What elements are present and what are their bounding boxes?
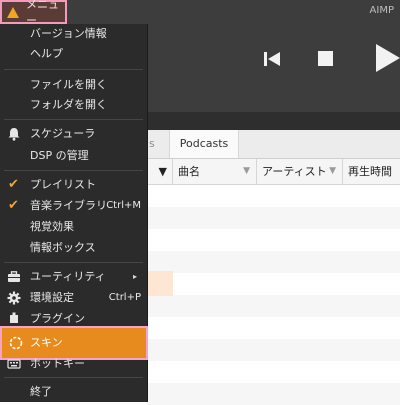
- menu-item-label: ファイルを開く: [30, 78, 107, 91]
- menu-item-visualization[interactable]: 視覚効果: [0, 217, 147, 237]
- table-row[interactable]: [147, 339, 400, 361]
- menu-separator: [4, 377, 143, 378]
- menu-item-settings[interactable]: 環境設定 Ctrl+P: [0, 288, 147, 308]
- bell-icon: [8, 128, 20, 141]
- menu-item-label: 視覚効果: [30, 220, 74, 233]
- menu-item-hotkeys[interactable]: ホットキー: [0, 354, 147, 374]
- filter-icon[interactable]: ▼: [243, 159, 250, 184]
- column-artist[interactable]: アーティスト ▼: [257, 159, 343, 184]
- table-row[interactable]: [147, 317, 400, 339]
- checkmark-icon: ✔: [8, 177, 19, 192]
- toolbox-icon: [8, 271, 20, 282]
- main-menu-dropdown: バージョン情報 ヘルプ ファイルを開く フォルダを開く スケジューラ DSP の…: [0, 24, 148, 402]
- skin-icon: [9, 336, 23, 350]
- table-header: ▼ 曲名 ▼ アーティスト ▼ 再生時間: [147, 159, 400, 185]
- menu-item-playlist[interactable]: ✔ プレイリスト: [0, 175, 147, 195]
- menu-separator: [4, 262, 143, 263]
- column-title-label: 曲名: [178, 165, 200, 178]
- table-row[interactable]: [147, 361, 400, 383]
- menu-item-label: ヘルプ: [30, 47, 63, 60]
- menu-item-open-file[interactable]: ファイルを開く: [0, 75, 147, 95]
- menu-item-label: 終了: [30, 385, 52, 398]
- menu-item-label: バージョン情報: [30, 27, 107, 40]
- table-row[interactable]: [147, 251, 400, 273]
- column-title[interactable]: 曲名 ▼: [173, 159, 257, 184]
- column-duration[interactable]: 再生時間: [343, 159, 400, 184]
- table-row[interactable]: [147, 185, 400, 207]
- menu-item-label: プレイリスト: [30, 178, 96, 191]
- menu-item-label: 環境設定: [30, 291, 74, 304]
- plugin-icon: [10, 312, 18, 323]
- column-dropdown-icon[interactable]: ▼: [147, 159, 173, 184]
- menu-item-label: 情報ボックス: [30, 241, 96, 254]
- menu-item-label: スケジューラ: [30, 127, 96, 140]
- play-icon[interactable]: [376, 44, 400, 72]
- playlist-tabs: s Podcasts: [147, 130, 400, 159]
- menu-separator: [4, 170, 143, 171]
- shortcut-label: Ctrl+M: [106, 200, 141, 211]
- menu-item-scheduler[interactable]: スケジューラ: [0, 124, 147, 144]
- menu-item-plugins[interactable]: プラグイン: [0, 309, 147, 329]
- brand-label: AIMP: [369, 5, 394, 16]
- menu-item-utilities[interactable]: ユーティリティ ▸: [0, 267, 147, 287]
- column-duration-label: 再生時間: [348, 165, 392, 178]
- column-artist-label: アーティスト: [262, 165, 327, 178]
- menu-item-label: プラグイン: [30, 312, 85, 325]
- tab-previous[interactable]: s: [147, 130, 171, 158]
- menu-separator: [4, 69, 143, 70]
- table-row[interactable]: [147, 295, 400, 317]
- menu-item-exit[interactable]: 終了: [0, 382, 147, 402]
- stop-icon[interactable]: [318, 51, 333, 66]
- tab-podcasts[interactable]: Podcasts: [169, 130, 239, 158]
- menu-item-label: 音楽ライブラリ: [30, 199, 107, 212]
- menu-item-version[interactable]: バージョン情報: [0, 24, 147, 44]
- menu-item-open-folder[interactable]: フォルダを開く: [0, 95, 147, 115]
- menu-item-label: ホットキー: [30, 357, 85, 370]
- gear-icon: [7, 291, 21, 305]
- table-row[interactable]: [147, 229, 400, 251]
- shortcut-label: Ctrl+P: [108, 292, 141, 303]
- table-body: [147, 185, 400, 405]
- row-highlight: [147, 271, 173, 296]
- table-row[interactable]: [147, 273, 400, 295]
- main-menu-button[interactable]: メニュー: [0, 0, 67, 27]
- menu-item-label: ユーティリティ: [30, 270, 106, 283]
- keyboard-icon: [7, 359, 21, 369]
- previous-track-icon[interactable]: [264, 52, 280, 66]
- menu-item-label: DSP の管理: [30, 149, 89, 162]
- checkmark-icon: ✔: [8, 198, 19, 213]
- menu-item-music-library[interactable]: ✔ 音楽ライブラリ Ctrl+M: [0, 196, 147, 216]
- menu-item-dsp[interactable]: DSP の管理: [0, 146, 147, 166]
- menu-item-help[interactable]: ヘルプ: [0, 44, 147, 64]
- aimp-logo-icon: [7, 6, 19, 18]
- submenu-arrow-icon: ▸: [132, 272, 137, 281]
- table-row[interactable]: [147, 207, 400, 229]
- menu-item-info-box[interactable]: 情報ボックス: [0, 238, 147, 258]
- menu-separator: [4, 119, 143, 120]
- filter-icon[interactable]: ▼: [329, 159, 336, 184]
- menu-item-label: フォルダを開く: [30, 98, 107, 111]
